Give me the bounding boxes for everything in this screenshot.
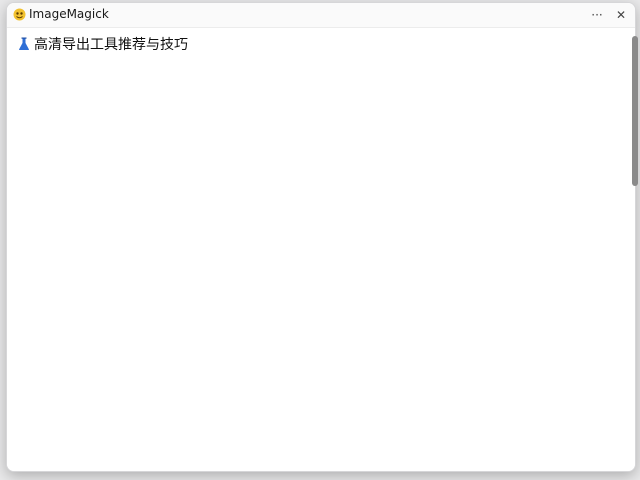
app-window: ImageMagick ··· ✕ 高清导出工具推荐与技巧 (6, 2, 636, 472)
more-icon: ··· (591, 8, 603, 22)
window-title: ImageMagick (29, 7, 109, 21)
content-area: 高清导出工具推荐与技巧 (7, 28, 635, 471)
close-button[interactable]: ✕ (609, 6, 633, 24)
page-heading: 高清导出工具推荐与技巧 (17, 34, 188, 54)
heading-text: 高清导出工具推荐与技巧 (34, 37, 188, 53)
blue-flask-icon (19, 37, 29, 50)
vertical-scrollbar[interactable] (632, 36, 638, 186)
close-icon: ✕ (615, 8, 627, 22)
more-options-button[interactable]: ··· (585, 6, 609, 24)
imagemagick-logo-icon (13, 8, 26, 21)
title-bar[interactable]: ImageMagick ··· ✕ (7, 3, 635, 28)
